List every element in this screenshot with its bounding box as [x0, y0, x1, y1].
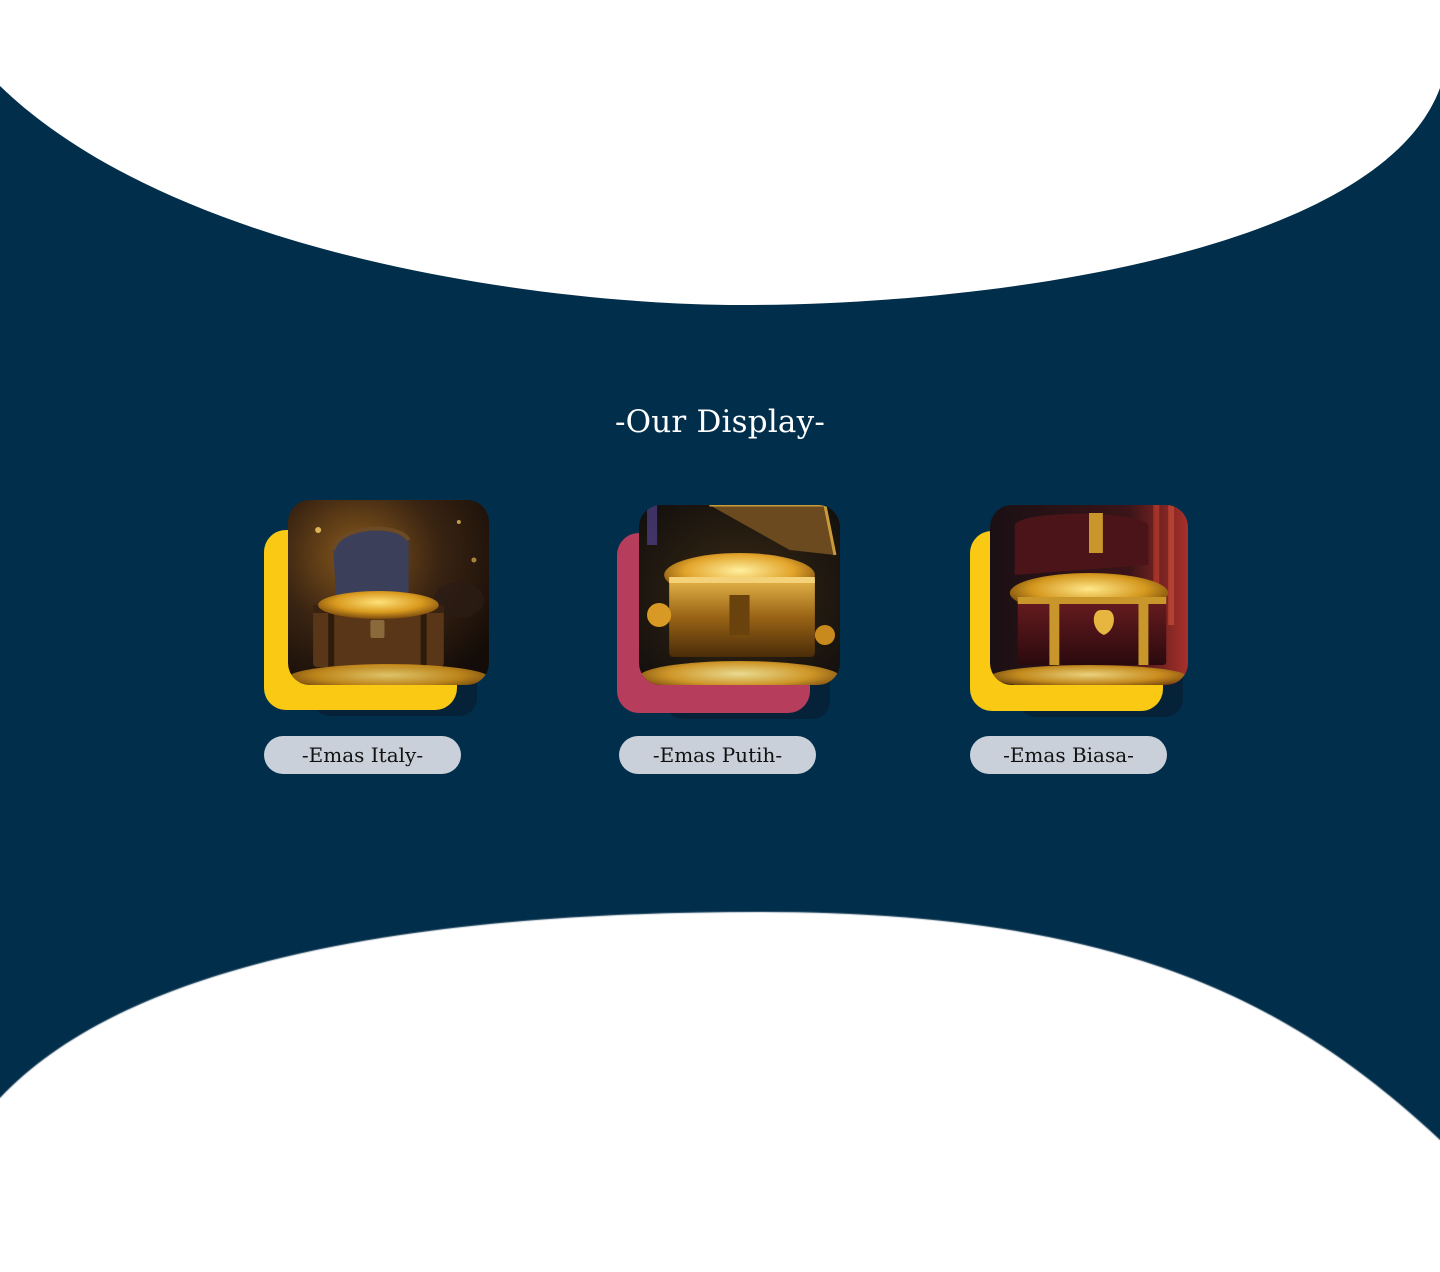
card-label-button[interactable]: -Emas Biasa-: [970, 736, 1167, 774]
display-card-emas-italy[interactable]: -Emas Italy-: [264, 500, 494, 790]
card-label-button[interactable]: -Emas Italy-: [264, 736, 461, 774]
display-card-emas-putih[interactable]: -Emas Putih-: [617, 505, 847, 795]
treasure-chest-photo[interactable]: [288, 500, 489, 685]
treasure-chest-photo[interactable]: [639, 505, 840, 685]
treasure-chest-photo[interactable]: [990, 505, 1188, 685]
section-title: -Our Display-: [614, 404, 826, 440]
display-card-emas-biasa[interactable]: -Emas Biasa-: [970, 505, 1200, 795]
display-section: -Our Display- -Emas Italy- -Emas Putih- …: [0, 0, 1440, 1272]
card-label-button[interactable]: -Emas Putih-: [619, 736, 816, 774]
